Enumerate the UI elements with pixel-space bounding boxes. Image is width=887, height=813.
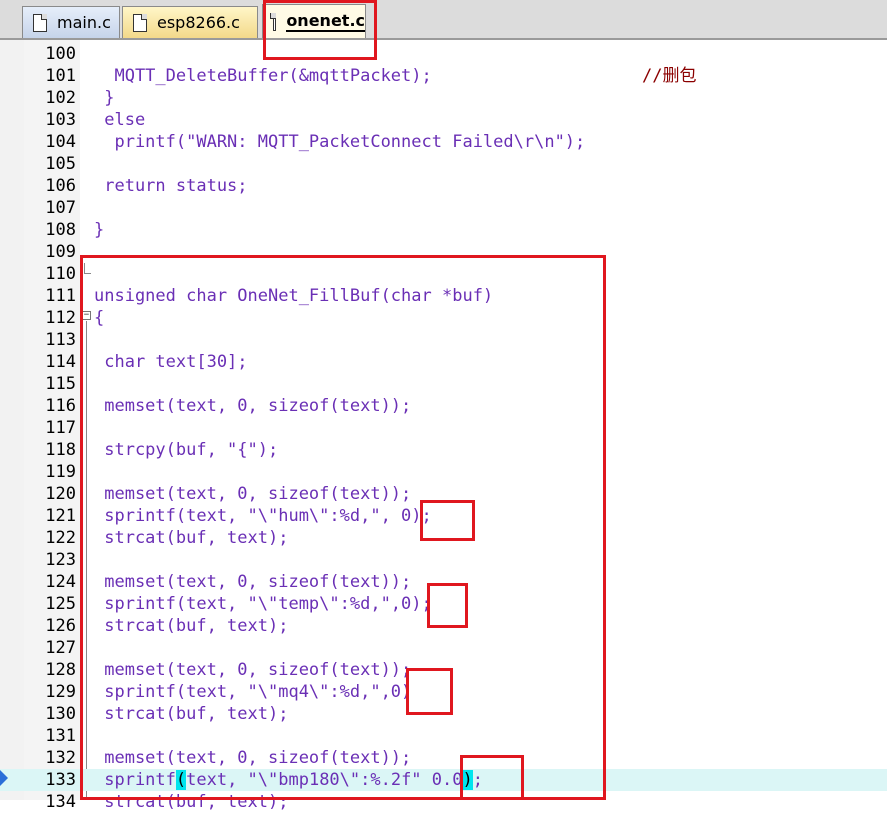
tab-bar: main.c esp8266.c onenet.c: [0, 0, 887, 40]
code-line[interactable]: 107: [0, 197, 887, 219]
line-number: 127: [45, 638, 76, 658]
tab-main-c[interactable]: main.c: [22, 6, 120, 38]
tab-label: esp8266.c: [157, 13, 240, 32]
line-number: 107: [45, 198, 76, 218]
code-token: }: [94, 220, 105, 240]
line-number: 101: [45, 66, 76, 86]
line-number: 106: [45, 176, 76, 196]
line-number: 123: [45, 550, 76, 570]
line-number: 108: [45, 220, 76, 240]
code-text: }: [94, 219, 104, 241]
line-number: 114: [45, 352, 76, 372]
file-icon: [133, 13, 147, 32]
line-number: 122: [45, 528, 76, 548]
code-text: printf("WARN: MQTT_PacketConnect Failed\…: [94, 131, 585, 153]
code-token: return status;: [94, 176, 248, 196]
code-token: else: [94, 110, 146, 130]
code-text: return status;: [94, 175, 248, 197]
line-number: 133: [45, 770, 76, 790]
line-number: 124: [45, 572, 76, 592]
code-text: }: [94, 87, 114, 109]
annotation-box-function: [80, 255, 606, 800]
code-line[interactable]: 108}: [0, 219, 887, 241]
annotation-box-hum-value: [420, 500, 475, 541]
line-number: 120: [45, 484, 76, 504]
code-text: else: [94, 109, 145, 131]
line-number: 125: [45, 594, 76, 614]
line-number: 100: [45, 44, 76, 64]
code-text: MQTT_DeleteBuffer(&mqttPacket); //删包: [94, 65, 696, 87]
line-number: 128: [45, 660, 76, 680]
current-line-arrow-icon: [0, 770, 8, 786]
line-number: 116: [45, 396, 76, 416]
line-number: 109: [45, 242, 76, 262]
annotation-box-bmp180-value: [460, 755, 524, 800]
tab-esp8266-c[interactable]: esp8266.c: [122, 6, 258, 38]
line-number: 131: [45, 726, 76, 746]
line-number: 121: [45, 506, 76, 526]
code-line[interactable]: 101 MQTT_DeleteBuffer(&mqttPacket); //删包: [0, 65, 887, 87]
line-number: 113: [45, 330, 76, 350]
line-number: 117: [45, 418, 76, 438]
line-number: 126: [45, 616, 76, 636]
code-line[interactable]: 106 return status;: [0, 175, 887, 197]
code-token: MQTT_DeleteBuffer(&mqttPacket);: [94, 66, 432, 86]
code-line[interactable]: 104 printf("WARN: MQTT_PacketConnect Fai…: [0, 131, 887, 153]
line-number: 111: [45, 286, 76, 306]
line-number: 129: [45, 682, 76, 702]
line-number: 112: [45, 308, 76, 328]
annotation-box-mq4-value: [406, 668, 453, 715]
line-number: 118: [45, 440, 76, 460]
line-number: 130: [45, 704, 76, 724]
line-number: 119: [45, 462, 76, 482]
line-number: 132: [45, 748, 76, 768]
line-number: 104: [45, 132, 76, 152]
line-number: 105: [45, 154, 76, 174]
line-number: 103: [45, 110, 76, 130]
tab-label: main.c: [57, 13, 111, 32]
code-comment: //删包: [642, 66, 697, 86]
file-icon: [33, 13, 47, 32]
code-token: }: [94, 88, 115, 108]
line-number: 115: [45, 374, 76, 394]
line-number: 134: [45, 792, 76, 812]
code-line[interactable]: 105: [0, 153, 887, 175]
tab-divider: [0, 38, 887, 40]
code-line[interactable]: 103 else: [0, 109, 887, 131]
code-line[interactable]: 102 }: [0, 87, 887, 109]
code-token: printf("WARN: MQTT_PacketConnect Failed\…: [94, 132, 586, 152]
annotation-box-temp-value: [427, 583, 468, 628]
line-number: 102: [45, 88, 76, 108]
code-line[interactable]: 100: [0, 43, 887, 65]
annotation-box-active-tab: [263, 0, 377, 60]
line-number: 110: [45, 264, 76, 284]
